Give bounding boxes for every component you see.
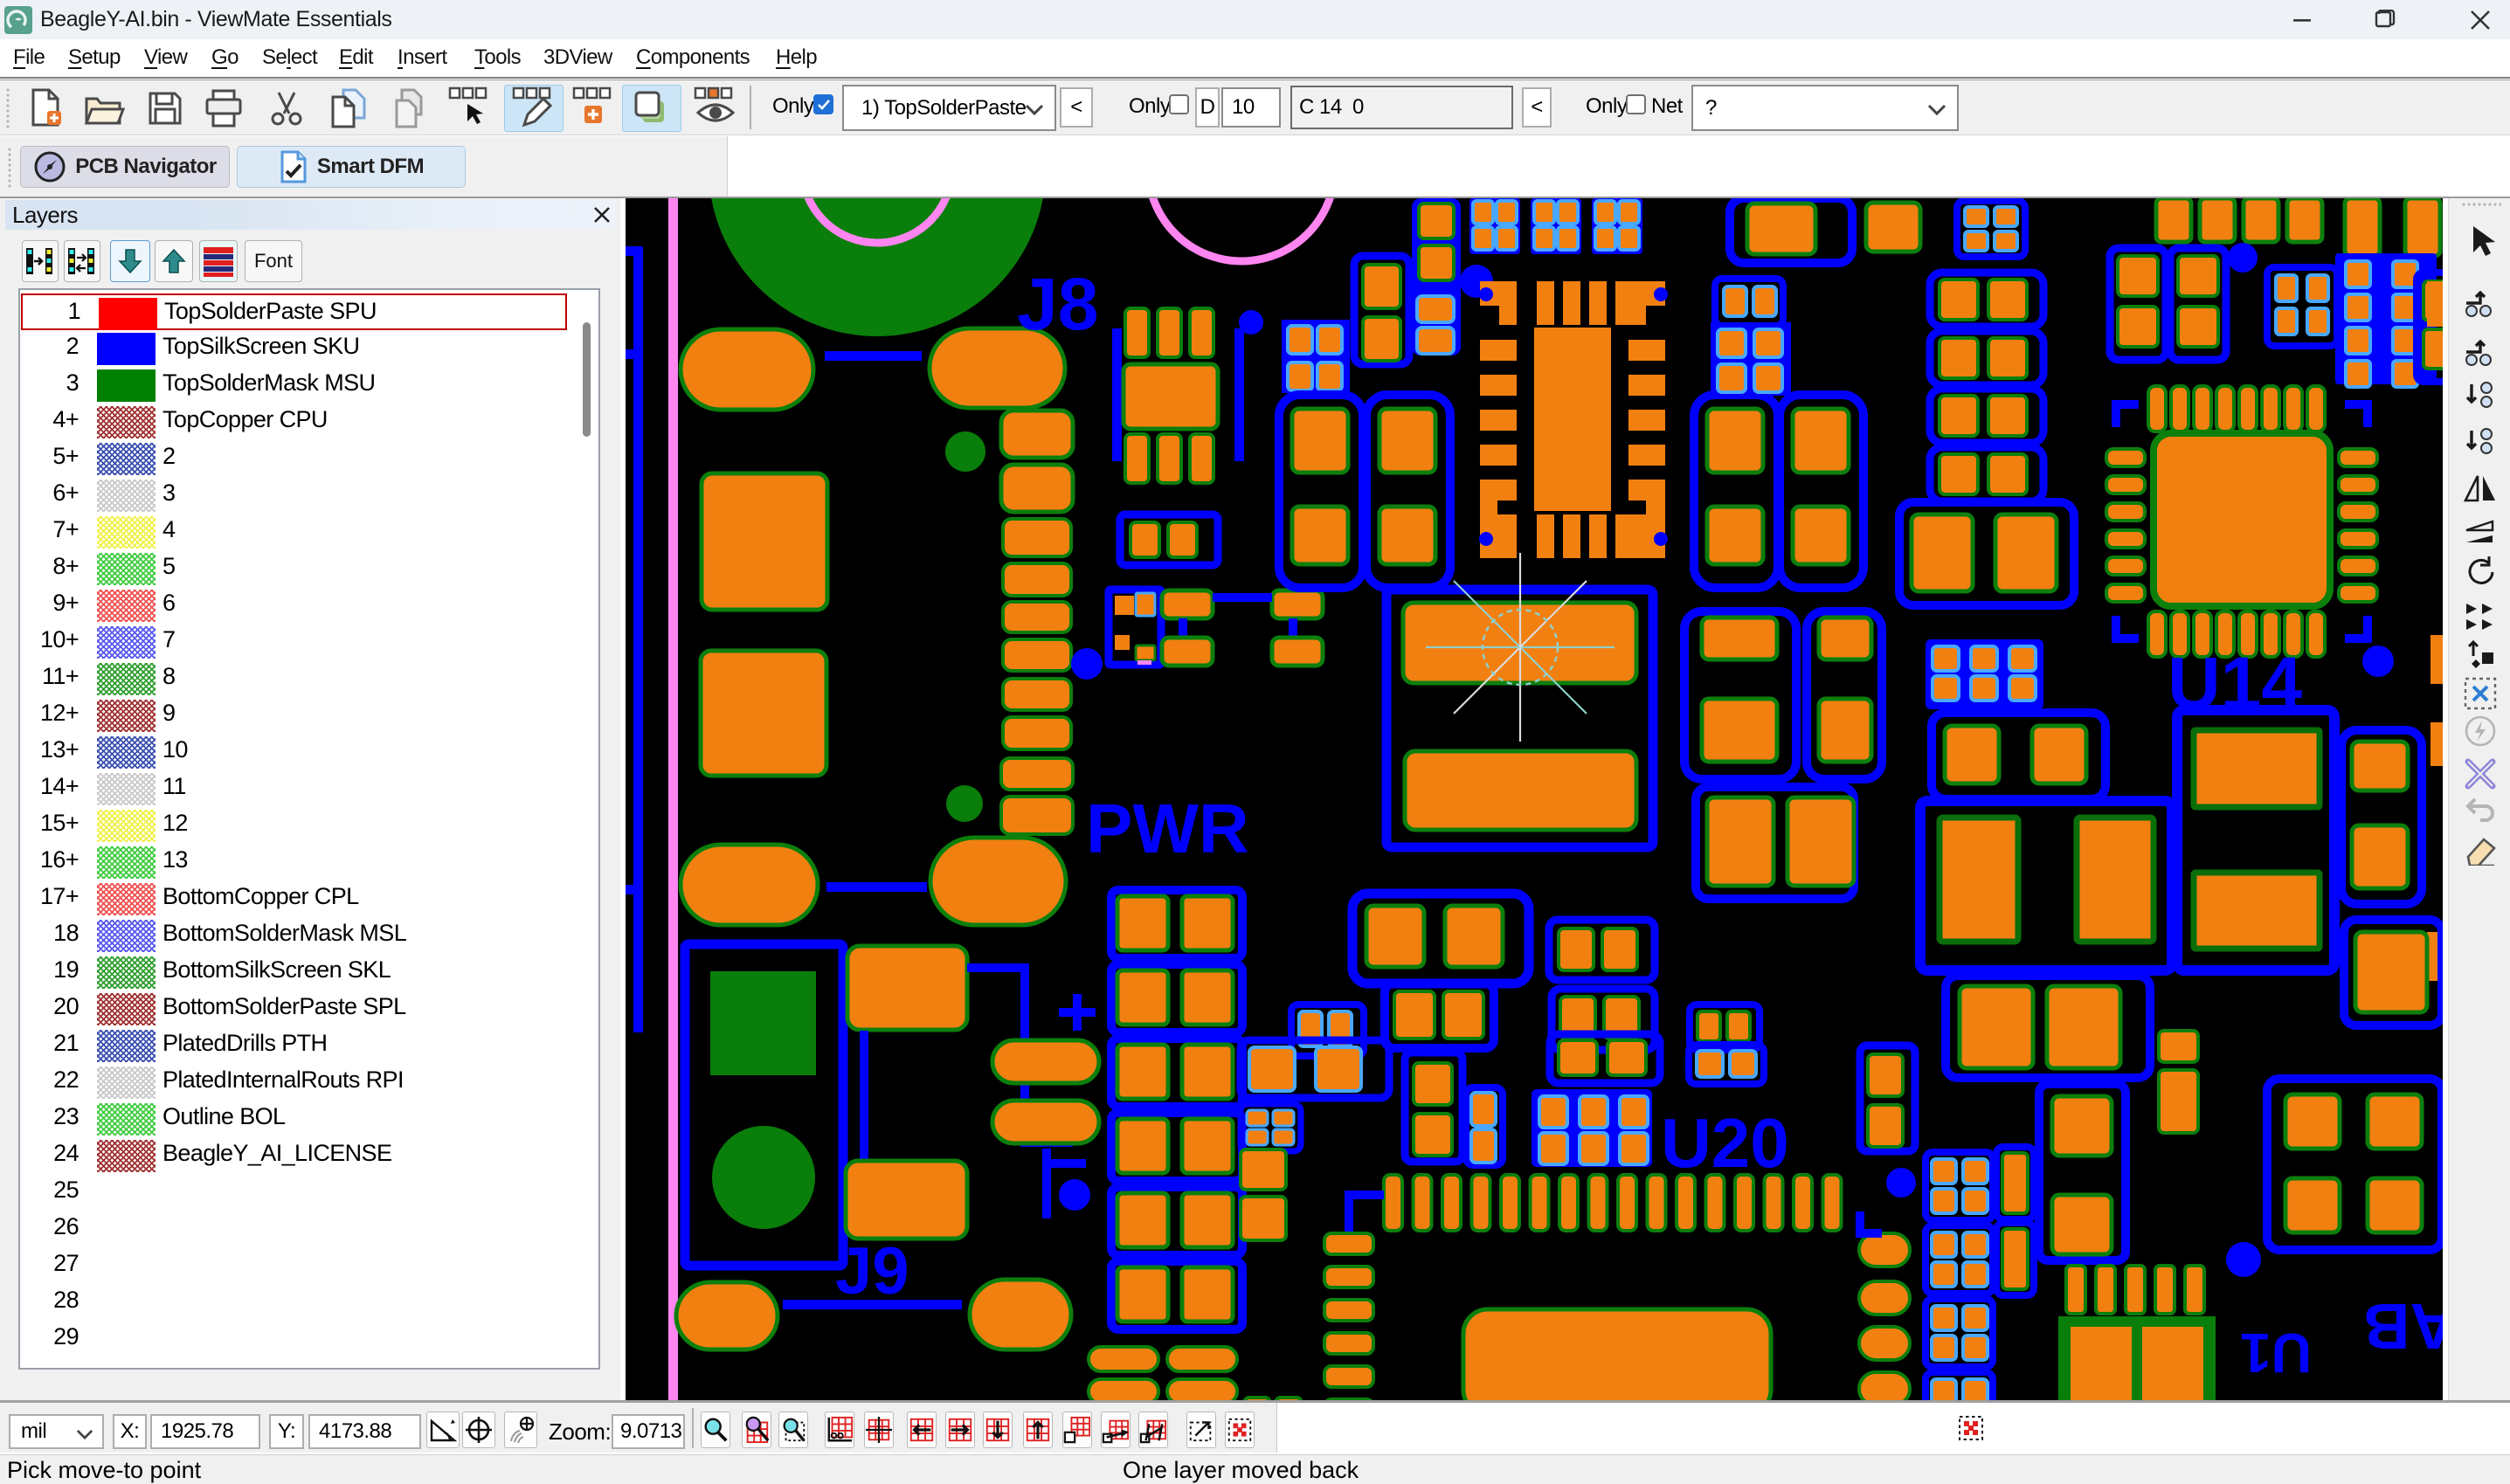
svg-text:J8: J8 xyxy=(1017,263,1098,345)
svg-text:PWR: PWR xyxy=(1086,790,1249,867)
svg-text:J9: J9 xyxy=(835,1234,909,1308)
svg-text:U1: U1 xyxy=(2240,1322,2312,1384)
svg-text:U20: U20 xyxy=(1661,1104,1789,1182)
svg-text:AB: AB xyxy=(2363,1290,2448,1363)
